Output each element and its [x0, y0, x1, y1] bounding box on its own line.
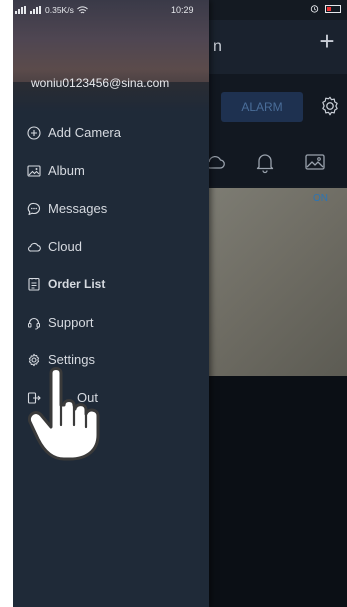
menu-item-label: Add Camera	[48, 125, 121, 140]
image-icon[interactable]	[303, 150, 327, 174]
network-speed: 0.35K/s	[45, 5, 74, 15]
menu-item-support[interactable]: Support	[13, 307, 209, 339]
image-icon	[27, 165, 41, 177]
alarm-clock-icon	[310, 5, 319, 13]
plus-circle-icon	[27, 126, 41, 140]
battery-icon	[325, 4, 341, 13]
gear-icon[interactable]	[319, 95, 341, 117]
wifi-icon	[76, 5, 88, 13]
empty-area	[209, 376, 347, 607]
signal-icon	[15, 6, 27, 14]
navigation-drawer: woniu0123456@sina.com Add Camera Album M…	[13, 0, 209, 607]
menu-item-label: Support	[48, 315, 94, 330]
phone-screen: n + ALARM ON 0.35K/s 10:29 woniu0123456@…	[13, 0, 347, 607]
add-button[interactable]: +	[315, 28, 339, 54]
menu-item-label: Album	[48, 163, 85, 178]
menu-item-label: Order List	[48, 277, 106, 291]
alarm-button[interactable]: ALARM	[221, 92, 303, 122]
headset-icon	[28, 317, 40, 330]
signal-icon	[30, 6, 42, 14]
cloud-icon	[28, 242, 41, 252]
menu-item-label: Cloud	[48, 239, 82, 254]
app-title-fragment: n	[213, 38, 222, 55]
status-left: 0.35K/s	[15, 5, 88, 15]
list-icon	[28, 277, 40, 291]
menu-item-order-list[interactable]: Order List	[13, 268, 209, 300]
status-badge: ON	[313, 193, 328, 204]
menu-item-label: Messages	[48, 201, 108, 216]
status-right	[310, 4, 341, 13]
camera-video-preview[interactable]	[209, 188, 347, 376]
bell-icon[interactable]	[253, 150, 277, 174]
status-bar: 0.35K/s 10:29	[13, 0, 347, 20]
account-email: woniu0123456@sina.com	[31, 76, 170, 90]
menu-item-messages[interactable]: Messages	[13, 193, 209, 225]
menu-item-add-camera[interactable]: Add Camera	[13, 117, 209, 149]
menu-item-album[interactable]: Album	[13, 155, 209, 187]
menu-item-cloud[interactable]: Cloud	[13, 231, 209, 263]
tap-hand-icon	[28, 367, 100, 461]
chat-bubble-icon	[27, 202, 40, 216]
clock: 10:29	[171, 5, 194, 15]
